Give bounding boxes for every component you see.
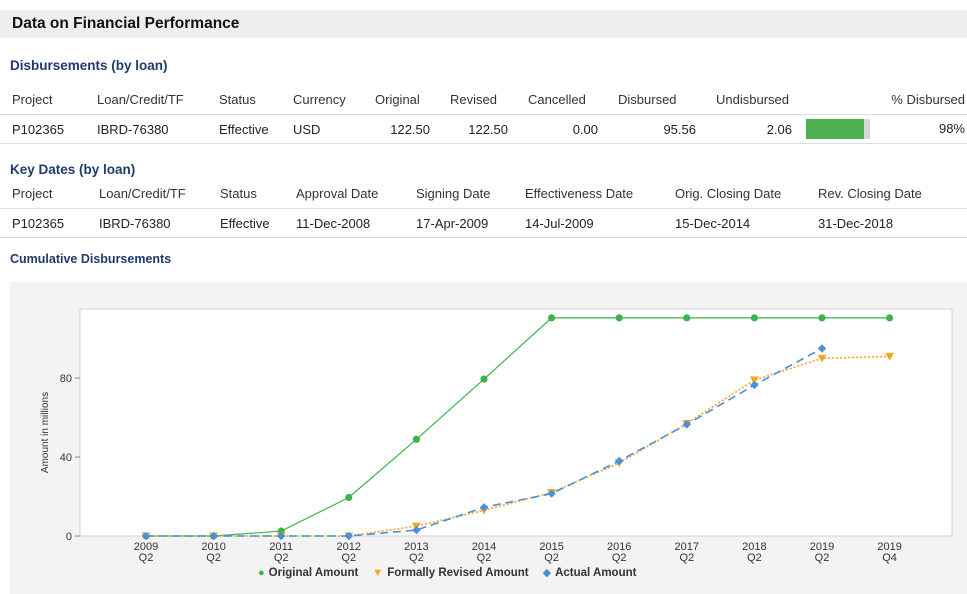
cell-revised: 122.50: [438, 114, 516, 144]
legend-marker-icon: ▼: [372, 567, 384, 579]
y-tick-label: 0: [66, 531, 72, 543]
cell-pct-disbursed: 98%: [800, 114, 967, 144]
data-point: [548, 314, 556, 322]
key-dates-table: Project Loan/Credit/TF Status Approval D…: [0, 178, 967, 238]
col-project: Project: [0, 84, 85, 115]
data-point: [683, 314, 691, 322]
col-signing-date: Signing Date: [404, 178, 513, 209]
col-rev-closing-date: Rev. Closing Date: [806, 178, 967, 209]
y-tick-label: 80: [60, 373, 72, 385]
legend-marker-icon: ◆: [542, 567, 552, 579]
cell-project: P102365: [0, 114, 85, 144]
cell-rev-closing-date: 31-Dec-2018: [806, 208, 967, 238]
cell-disbursed: 95.56: [606, 114, 704, 144]
col-disbursed: Disbursed: [606, 84, 704, 115]
x-tick-label: 2017 Q2: [675, 541, 699, 564]
legend-item: ● Original Amount: [258, 567, 358, 579]
cell-undisbursed: 2.06: [704, 114, 800, 144]
cumulative-chart-panel: 0 40 80 Amount in millions 2009 Q2 2010 Q2 2011 Q…: [10, 282, 967, 594]
cell-signing-date: 17-Apr-2009: [404, 208, 513, 238]
col-status: Status: [207, 84, 281, 115]
cell-project: P102365: [0, 208, 87, 238]
data-point: [818, 314, 826, 322]
col-approval-date: Approval Date: [284, 178, 404, 209]
data-point: [345, 493, 353, 502]
table-header-row: Project Loan/Credit/TF Status Approval D…: [0, 178, 967, 209]
x-tick-label: 2010 Q2: [201, 541, 225, 564]
cell-currency: USD: [281, 114, 363, 144]
cumulative-disbursements-chart: 0 40 80 Amount in millions 2009 Q2 2010 Q2 2011 Q…: [40, 308, 953, 564]
col-original: Original: [363, 84, 438, 115]
pct-disbursed-value: 98%: [938, 121, 965, 136]
x-tick-label: 2016 Q2: [607, 541, 631, 564]
cell-effectiveness-date: 14-Jul-2009: [513, 208, 663, 238]
col-loan: Loan/Credit/TF: [87, 178, 208, 209]
table-header-row: Project Loan/Credit/TF Status Currency O…: [0, 84, 967, 115]
disbursements-table: Project Loan/Credit/TF Status Currency O…: [0, 84, 967, 144]
cumulative-title: Cumulative Disbursements: [10, 252, 172, 266]
disbursed-progress-bar: [806, 119, 870, 139]
page-title: Data on Financial Performance: [12, 15, 240, 32]
data-point: [750, 314, 759, 322]
x-tick-label: 2013 Q2: [404, 541, 428, 564]
x-tick-label: 2011 Q2: [269, 541, 293, 564]
cell-status: Effective: [208, 208, 284, 238]
x-tick-label: 2012 Q2: [337, 541, 361, 564]
data-point: [615, 314, 623, 322]
disbursements-title: Disbursements (by loan): [10, 58, 168, 73]
table-row: P102365 IBRD-76380 Effective USD 122.50 …: [0, 114, 967, 144]
cell-orig-closing-date: 15-Dec-2014: [663, 208, 806, 238]
col-revised: Revised: [438, 84, 516, 115]
col-pct-disbursed: % Disbursed: [800, 84, 967, 115]
col-currency: Currency: [281, 84, 363, 115]
x-tick-label: 2014 Q2: [472, 541, 496, 564]
cell-original: 122.50: [363, 114, 438, 144]
y-axis-label: Amount in millions: [40, 392, 51, 473]
x-tick-label: 2009 Q2: [134, 541, 158, 564]
cell-loan: IBRD-76380: [85, 114, 207, 144]
data-point: [480, 375, 488, 383]
legend-marker-icon: ●: [258, 567, 265, 579]
cell-approval-date: 11-Dec-2008: [284, 208, 404, 238]
col-project: Project: [0, 178, 87, 209]
x-tick-label: 2019 Q2: [810, 541, 834, 564]
page-header: Data on Financial Performance: [0, 10, 967, 38]
financial-performance-page: Data on Financial Performance Disburseme…: [0, 0, 967, 594]
col-orig-closing-date: Orig. Closing Date: [663, 178, 806, 209]
data-point: [886, 314, 894, 322]
chart-legend: ● Original Amount ▼ Formally Revised Amount…: [258, 566, 650, 579]
cell-cancelled: 0.00: [516, 114, 606, 144]
x-tick-label: 2019 Q4: [877, 541, 901, 564]
col-effectiveness-date: Effectiveness Date: [513, 178, 663, 209]
key-dates-title: Key Dates (by loan): [10, 162, 136, 177]
cell-status: Effective: [207, 114, 281, 144]
legend-label: Original Amount: [268, 567, 359, 579]
legend-item: ◆ Actual Amount: [543, 566, 637, 579]
data-point: [412, 435, 420, 443]
x-tick-label: 2018 Q2: [742, 541, 766, 564]
y-tick-label: 40: [60, 452, 72, 464]
x-tick-label: 2015 Q2: [539, 541, 563, 564]
col-cancelled: Cancelled: [516, 84, 606, 115]
col-status: Status: [208, 178, 284, 209]
legend-label: Formally Revised Amount: [387, 567, 529, 579]
cell-loan: IBRD-76380: [87, 208, 208, 238]
table-row: P102365 IBRD-76380 Effective 11-Dec-2008…: [0, 208, 967, 238]
col-undisbursed: Undisbursed: [704, 84, 800, 115]
legend-item: ▼ Formally Revised Amount: [372, 567, 528, 579]
col-loan: Loan/Credit/TF: [85, 84, 207, 115]
disbursed-progress-fill: [806, 119, 864, 139]
legend-label: Actual Amount: [555, 567, 637, 579]
